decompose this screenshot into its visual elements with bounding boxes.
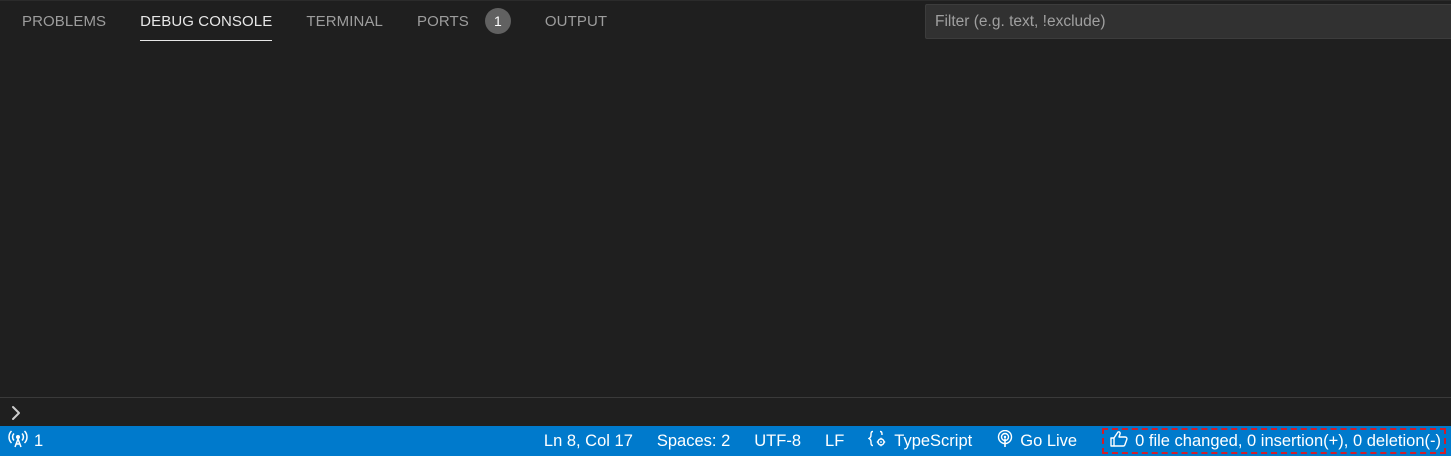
git-stats-status[interactable]: 0 file changed, 0 insertion(+), 0 deleti… — [1101, 427, 1447, 455]
tab-debug-console[interactable]: DEBUG CONSOLE — [140, 1, 273, 41]
thumbs-up-icon — [1109, 430, 1129, 453]
remote-count: 1 — [34, 431, 44, 450]
encoding-status[interactable]: UTF-8 — [754, 426, 801, 456]
tab-ports[interactable]: PORTS 1 — [417, 1, 511, 41]
go-live-label: Go Live — [1020, 431, 1078, 450]
debug-panel: PROBLEMS DEBUG CONSOLE TERMINAL PORTS 1 … — [0, 0, 1451, 427]
indentation-status[interactable]: Spaces: 2 — [657, 426, 730, 456]
filter-input[interactable] — [925, 4, 1451, 39]
tab-ports-label: PORTS — [417, 12, 469, 30]
tab-debug-console-label: DEBUG CONSOLE — [140, 12, 273, 30]
broadcast-tower-icon — [996, 429, 1014, 453]
indentation-label: Spaces: 2 — [656, 431, 731, 450]
go-live-button[interactable]: Go Live — [996, 426, 1077, 456]
eol-label: LF — [825, 431, 845, 450]
tab-terminal-label: TERMINAL — [306, 12, 383, 30]
braces-gear-icon — [867, 430, 888, 453]
cursor-position[interactable]: Ln 8, Col 17 — [544, 426, 633, 456]
encoding-label: UTF-8 — [754, 431, 802, 450]
chevron-right-icon — [0, 398, 32, 428]
tab-problems[interactable]: PROBLEMS — [22, 1, 106, 41]
console-output — [0, 41, 1451, 397]
panel-tabs: PROBLEMS DEBUG CONSOLE TERMINAL PORTS 1 … — [0, 1, 641, 41]
status-bar-right: Ln 8, Col 17 Spaces: 2 UTF-8 LF TypeScri… — [544, 426, 1451, 456]
tab-output-label: OUTPUT — [544, 12, 608, 30]
tab-problems-label: PROBLEMS — [22, 12, 107, 30]
status-bar: 1 Ln 8, Col 17 Spaces: 2 UTF-8 LF TypeSc… — [0, 426, 1451, 456]
tab-terminal[interactable]: TERMINAL — [306, 1, 383, 41]
ports-count-badge: 1 — [484, 8, 511, 34]
console-input[interactable] — [32, 398, 1451, 427]
eol-status[interactable]: LF — [825, 426, 844, 456]
console-prompt-row — [0, 397, 1451, 427]
language-label: TypeScript — [894, 431, 973, 450]
broadcast-icon — [8, 429, 28, 453]
tab-output[interactable]: OUTPUT — [545, 1, 607, 41]
remote-status[interactable]: 1 — [8, 426, 43, 456]
cursor-position-label: Ln 8, Col 17 — [543, 431, 633, 450]
language-mode[interactable]: TypeScript — [867, 426, 973, 456]
git-stats-label: 0 file changed, 0 insertion(+), 0 deleti… — [1135, 431, 1441, 450]
